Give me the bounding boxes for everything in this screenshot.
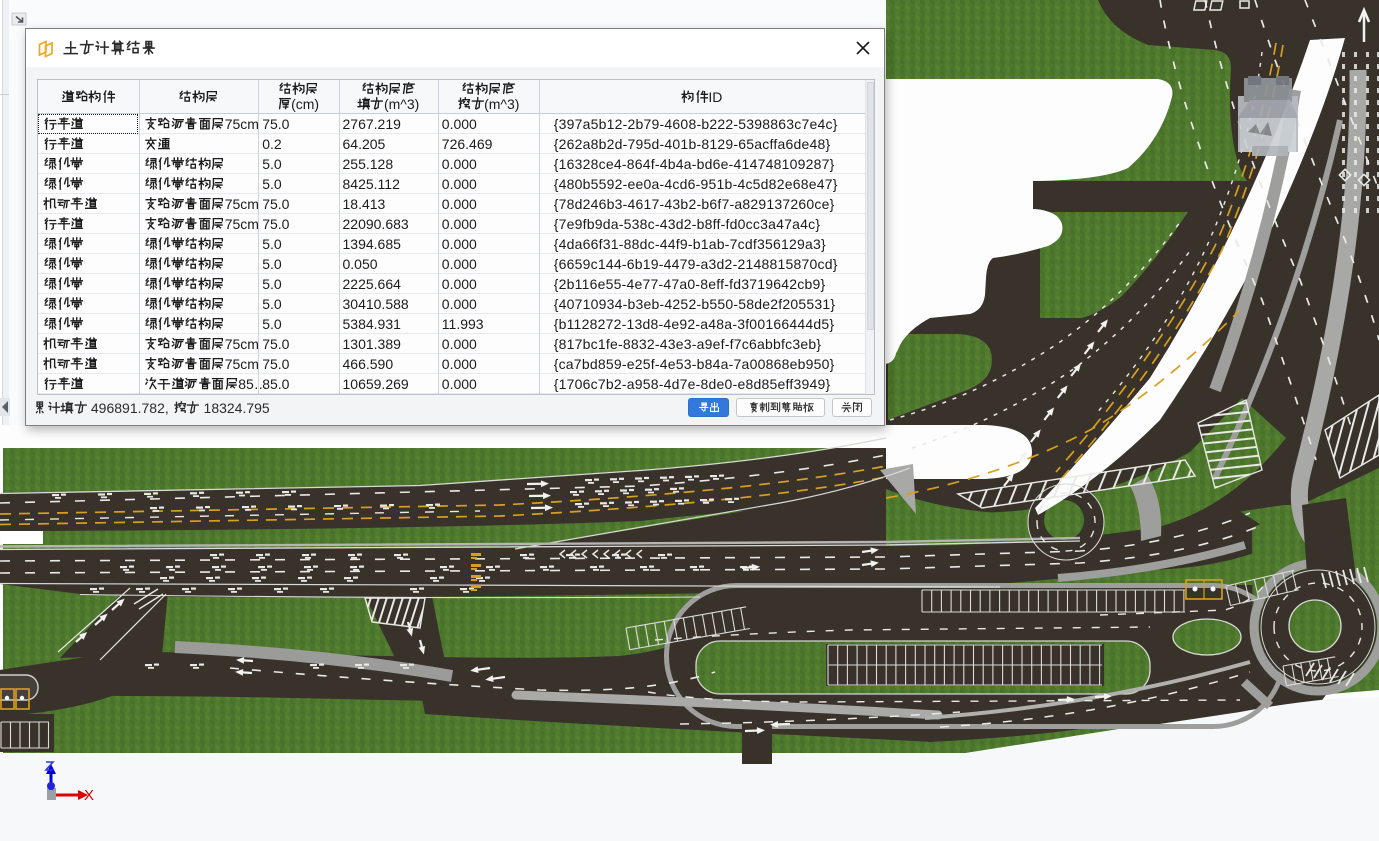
svg-text:X: X [84,787,94,804]
